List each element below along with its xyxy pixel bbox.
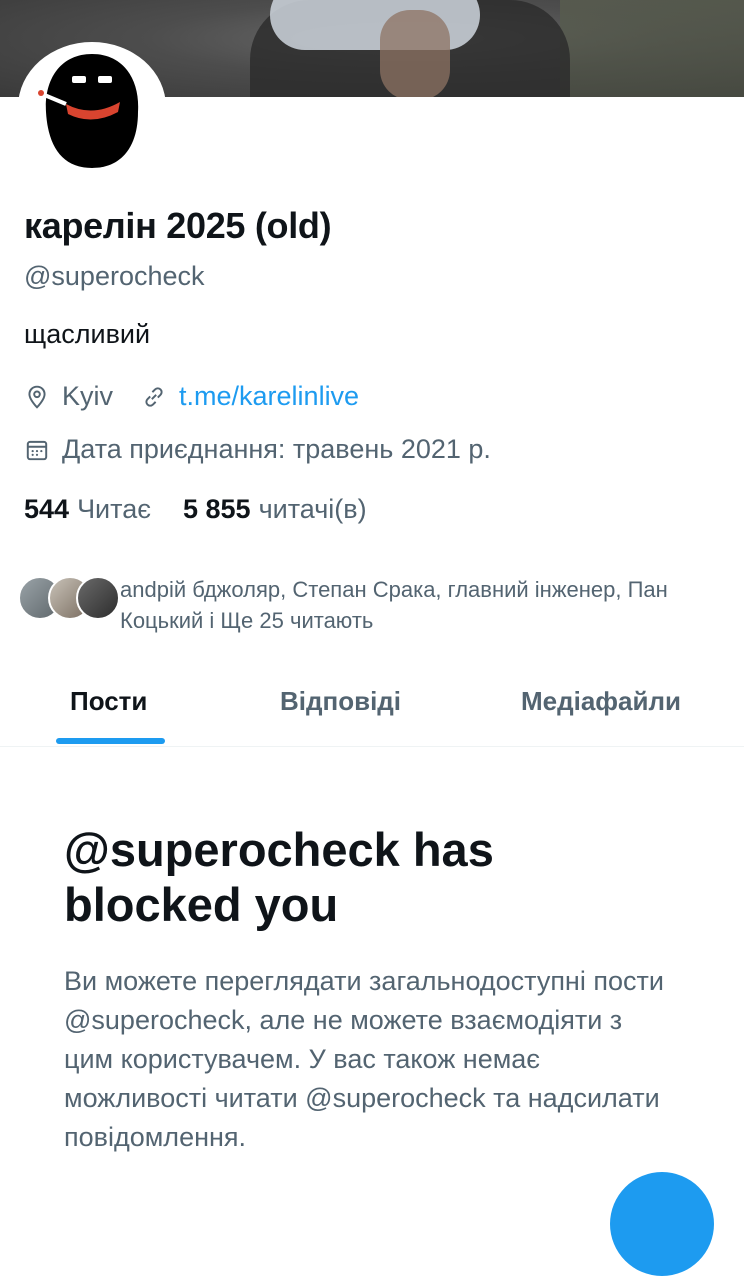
profile-location: Kyiv bbox=[62, 381, 114, 411]
avatar bbox=[76, 576, 120, 620]
following-stat[interactable]: 544 Читає bbox=[24, 494, 151, 525]
profile-handle: @superocheck bbox=[24, 261, 205, 291]
following-count: 544 bbox=[24, 494, 70, 524]
tab-posts[interactable]: Пости bbox=[70, 686, 147, 717]
compose-button[interactable] bbox=[610, 1172, 714, 1276]
following-label: Читає bbox=[77, 494, 151, 524]
blocked-title: @superocheck has blocked you bbox=[64, 823, 494, 931]
profile-name: карелін 2025 (old) bbox=[24, 205, 332, 246]
profile-avatar[interactable] bbox=[18, 42, 166, 172]
profile-bio: щасливий bbox=[24, 319, 151, 349]
tab-replies[interactable]: Відповіді bbox=[280, 686, 401, 717]
followers-label: читачі(в) bbox=[258, 494, 367, 524]
known-followers-text[interactable]: аndрій бджоляр, Степан Срака, главний ін… bbox=[120, 574, 720, 636]
active-tab-indicator bbox=[56, 738, 165, 744]
blocked-description: Ви можете переглядати загальнодоступні п… bbox=[64, 966, 664, 1152]
followers-stat[interactable]: 5 855 читачі(в) bbox=[183, 494, 367, 525]
profile-joined-date: Дата приєднання: травень 2021 р. bbox=[62, 434, 491, 464]
profile-meta-row: Kyiv t.me/karelinlive bbox=[24, 381, 359, 412]
link-icon bbox=[141, 384, 167, 410]
profile-joined-row: Дата приєднання: травень 2021 р. bbox=[24, 434, 491, 465]
location-pin-icon bbox=[24, 384, 50, 410]
profile-link[interactable]: t.me/karelinlive bbox=[179, 381, 359, 412]
profile-tabs: Пости Відповіді Медіафайли bbox=[0, 670, 744, 747]
tab-media[interactable]: Медіафайли bbox=[521, 686, 681, 717]
followers-count: 5 855 bbox=[183, 494, 251, 524]
profile-stats: 544 Читає 5 855 читачі(в) bbox=[24, 494, 367, 525]
calendar-icon bbox=[24, 437, 50, 463]
